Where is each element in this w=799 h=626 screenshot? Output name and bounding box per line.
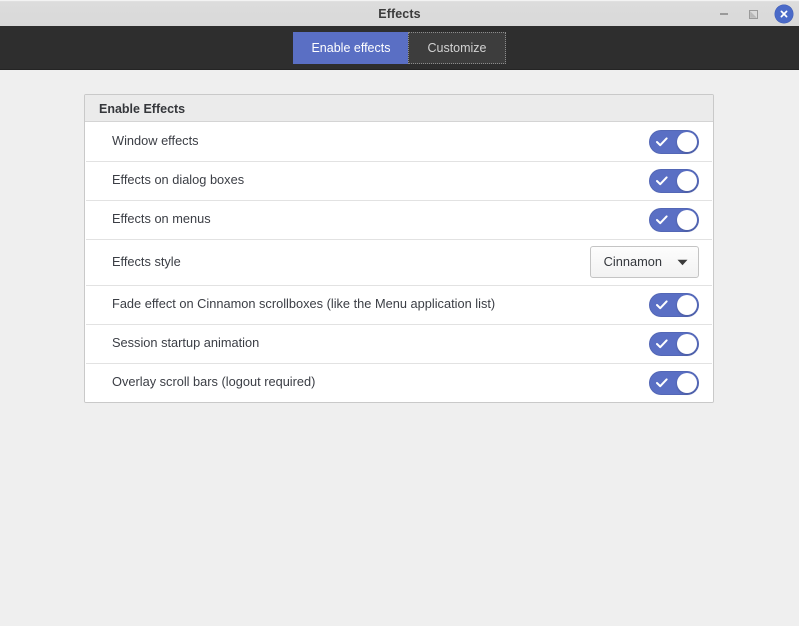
setting-row-effects-on-dialog-boxes: Effects on dialog boxes (85, 161, 713, 200)
tab-enable-effects[interactable]: Enable effects (293, 31, 409, 64)
toggle-knob (677, 170, 697, 191)
close-icon (780, 10, 788, 18)
toggle-window-effects[interactable] (649, 129, 699, 154)
setting-row-window-effects: Window effects (85, 122, 713, 161)
setting-row-effects-style: Effects style Cinnamon (85, 239, 713, 285)
check-icon (656, 377, 668, 387)
panel-header: Enable Effects (85, 95, 713, 122)
minimize-button[interactable] (715, 6, 732, 23)
setting-label: Effects style (112, 253, 181, 269)
toggle-fade-effect-scrollboxes[interactable] (649, 292, 699, 317)
effects-style-value: Cinnamon (603, 253, 662, 269)
chevron-down-icon (677, 259, 688, 265)
setting-label: Effects on menus (112, 211, 211, 227)
check-icon (656, 338, 668, 348)
toggle-knob (677, 294, 697, 315)
setting-label: Session startup animation (112, 335, 260, 351)
maximize-button[interactable] (745, 6, 762, 23)
toggle-session-startup-animation[interactable] (649, 331, 699, 356)
effects-settings-window: Effects Enable effects Customize Enable … (0, 0, 799, 626)
toggle-overlay-scroll-bars[interactable] (649, 370, 699, 395)
check-icon (656, 299, 668, 309)
toolbar: Enable effects Customize (0, 26, 799, 70)
minimize-icon (719, 13, 728, 15)
check-icon (656, 214, 668, 224)
effects-style-dropdown[interactable]: Cinnamon (589, 246, 699, 278)
check-icon (656, 175, 668, 185)
toggle-knob (677, 131, 697, 152)
setting-row-effects-on-menus: Effects on menus (85, 200, 713, 239)
setting-label: Effects on dialog boxes (112, 172, 245, 188)
tab-customize[interactable]: Customize (408, 31, 506, 64)
toggle-knob (677, 209, 697, 230)
setting-row-session-startup-animation: Session startup animation (85, 324, 713, 363)
window-controls (715, 1, 793, 27)
toggle-effects-on-dialog-boxes[interactable] (649, 168, 699, 193)
setting-label: Overlay scroll bars (logout required) (112, 374, 316, 390)
setting-row-fade-effect-scrollboxes: Fade effect on Cinnamon scrollboxes (lik… (85, 285, 713, 324)
setting-row-overlay-scroll-bars: Overlay scroll bars (logout required) (85, 363, 713, 402)
enable-effects-panel: Enable Effects Window effects Effects on… (84, 94, 714, 403)
window-title: Effects (378, 6, 421, 21)
close-button[interactable] (775, 5, 793, 23)
main-content: Enable Effects Window effects Effects on… (0, 70, 799, 626)
toggle-knob (677, 333, 697, 354)
titlebar: Effects (0, 0, 799, 26)
panel-header-title: Enable Effects (99, 102, 186, 116)
tab-bar: Enable effects Customize (293, 31, 506, 64)
toggle-effects-on-menus[interactable] (649, 207, 699, 232)
setting-label: Window effects (112, 133, 199, 149)
maximize-icon (749, 9, 758, 19)
check-icon (656, 136, 668, 146)
toggle-knob (677, 372, 697, 393)
setting-label: Fade effect on Cinnamon scrollboxes (lik… (112, 296, 496, 312)
